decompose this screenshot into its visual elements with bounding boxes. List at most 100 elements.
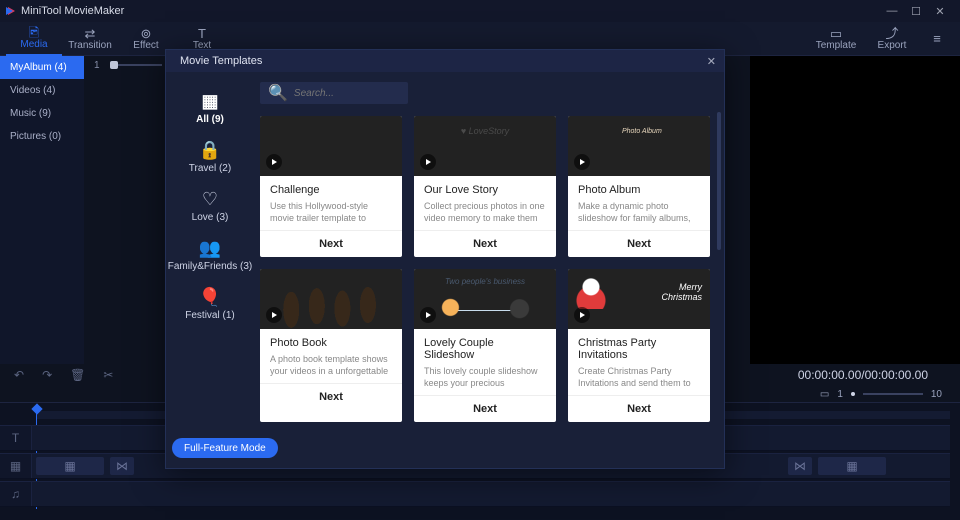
transition-clip[interactable]: ⋈	[110, 457, 134, 475]
category-label: Travel (2)	[189, 163, 231, 174]
video-clip[interactable]: ▦	[818, 457, 886, 475]
template-thumbnail	[568, 116, 710, 176]
transition-icon: ⇄	[85, 27, 96, 40]
scrollbar-thumb[interactable]	[717, 112, 721, 250]
template-description: Make a dynamic photo slideshow for famil…	[578, 200, 700, 224]
template-description: Collect precious photos in one video mem…	[424, 200, 546, 224]
tab-template-label: Template	[816, 40, 857, 51]
template-card[interactable]: Christmas Party Invitations Create Christ…	[568, 269, 710, 422]
close-button[interactable]: ✕	[928, 5, 952, 18]
next-button[interactable]: Next	[414, 395, 556, 422]
play-icon[interactable]	[574, 154, 590, 170]
sidebar-item-videos[interactable]: Videos (4)	[0, 79, 84, 102]
play-icon[interactable]	[266, 307, 282, 323]
category-label: All (9)	[196, 114, 224, 125]
zoom-dot-icon	[851, 392, 855, 396]
tab-media[interactable]: 🖻 Media	[6, 22, 62, 56]
template-card[interactable]: Our Love Story Collect precious photos in…	[414, 116, 556, 257]
play-icon[interactable]	[420, 307, 436, 323]
template-thumbnail	[568, 269, 710, 329]
thumbnail-size-slider[interactable]	[110, 64, 162, 66]
template-thumbnail	[414, 116, 556, 176]
menu-icon: ≡	[933, 32, 941, 45]
tab-export[interactable]: ⤴ Export	[864, 22, 920, 56]
tab-transition[interactable]: ⇄ Transition	[62, 22, 118, 56]
cut-button[interactable]: ✂	[103, 368, 113, 382]
category-all[interactable]: ▦ All (9)	[196, 92, 224, 125]
category-label: Love (3)	[192, 212, 229, 223]
template-card[interactable]: ChallengeUse this Hollywood-style movie …	[260, 116, 402, 257]
app-title: MiniTool MovieMaker	[21, 5, 124, 17]
template-title: Photo Album	[578, 184, 700, 196]
category-label: Festival (1)	[185, 310, 234, 321]
maximize-button[interactable]: ☐	[904, 5, 928, 18]
play-icon[interactable]	[420, 154, 436, 170]
template-thumbnail	[414, 269, 556, 329]
tab-effect-label: Effect	[133, 40, 158, 51]
dialog-close-button[interactable]: ✕	[707, 55, 716, 68]
play-icon[interactable]	[574, 307, 590, 323]
full-feature-label: Full-Feature Mode	[184, 443, 266, 454]
template-thumbnail	[260, 269, 402, 329]
template-icon: ▭	[830, 27, 842, 40]
template-card[interactable]: Photo Album Make a dynamic photo slidesho…	[568, 116, 710, 257]
titlebar: MiniTool MovieMaker — ☐ ✕	[0, 0, 960, 22]
text-track-icon: T	[0, 426, 32, 450]
template-thumbnail	[260, 116, 402, 176]
template-title: Challenge	[270, 184, 392, 196]
full-feature-mode-button[interactable]: Full-Feature Mode	[172, 438, 278, 458]
fit-icon[interactable]: ▭	[820, 389, 829, 400]
audio-track[interactable]: ♫	[0, 481, 950, 507]
tab-transition-label: Transition	[68, 40, 112, 51]
template-title: Our Love Story	[424, 184, 546, 196]
slider-min: 1	[94, 60, 100, 71]
template-title: Christmas Party Invitations	[578, 337, 700, 361]
play-icon[interactable]	[266, 154, 282, 170]
redo-button[interactable]: ↷	[42, 368, 52, 382]
tab-template[interactable]: ▭ Template	[808, 22, 864, 56]
scrollbar[interactable]	[717, 112, 721, 458]
search-box[interactable]: 🔍	[260, 82, 408, 104]
category-travel[interactable]: 🔒 Travel (2)	[189, 141, 231, 174]
template-title: Lovely Couple Slideshow	[424, 337, 546, 361]
next-button[interactable]: Next	[260, 383, 402, 410]
minimize-button[interactable]: —	[880, 5, 904, 17]
media-icon: 🖻	[29, 26, 39, 39]
next-button[interactable]: Next	[260, 230, 402, 257]
category-label: Family&Friends (3)	[168, 261, 252, 272]
heart-icon: ♡	[202, 190, 218, 208]
template-card[interactable]: Lovely Couple SlideshowThis lovely coupl…	[414, 269, 556, 422]
delete-button[interactable]: 🗑	[70, 368, 85, 382]
next-button[interactable]: Next	[568, 395, 710, 422]
sidebar-item-label: Music (9)	[10, 108, 51, 119]
video-track-icon: ▦	[0, 454, 32, 478]
slider-thumb[interactable]	[110, 61, 118, 69]
zoom-min: 1	[837, 389, 843, 400]
sidebar-item-music[interactable]: Music (9)	[0, 102, 84, 125]
sidebar-item-myalbum[interactable]: MyAlbum (4)	[0, 56, 84, 79]
template-description: Create Christmas Party Invitations and s…	[578, 365, 700, 389]
sidebar-item-pictures[interactable]: Pictures (0)	[0, 125, 84, 148]
preview-monitor	[750, 56, 960, 364]
template-description: A photo book template shows your videos …	[270, 353, 392, 377]
app-logo-icon	[8, 7, 15, 15]
next-button[interactable]: Next	[414, 230, 556, 257]
zoom-slider[interactable]	[863, 393, 923, 395]
dialog-title: Movie Templates	[180, 55, 262, 67]
movie-templates-dialog: Movie Templates ✕ ▦ All (9) 🔒 Travel (2)…	[165, 49, 725, 469]
template-title: Photo Book	[270, 337, 392, 349]
lock-icon: 🔒	[199, 141, 221, 159]
next-button[interactable]: Next	[568, 230, 710, 257]
undo-button[interactable]: ↶	[14, 368, 24, 382]
category-family-friends[interactable]: 👥 Family&Friends (3)	[168, 239, 252, 272]
video-clip[interactable]: ▦	[36, 457, 104, 475]
balloon-icon: 🎈	[199, 288, 221, 306]
sidebar-item-label: Pictures (0)	[10, 131, 61, 142]
category-festival[interactable]: 🎈 Festival (1)	[185, 288, 234, 321]
category-love[interactable]: ♡ Love (3)	[192, 190, 229, 223]
hamburger-menu[interactable]: ≡	[920, 22, 954, 56]
transition-clip[interactable]: ⋈	[788, 457, 812, 475]
zoom-max: 10	[931, 389, 942, 400]
search-input[interactable]	[294, 88, 400, 99]
template-card[interactable]: Photo Book A photo book template shows yo…	[260, 269, 402, 422]
